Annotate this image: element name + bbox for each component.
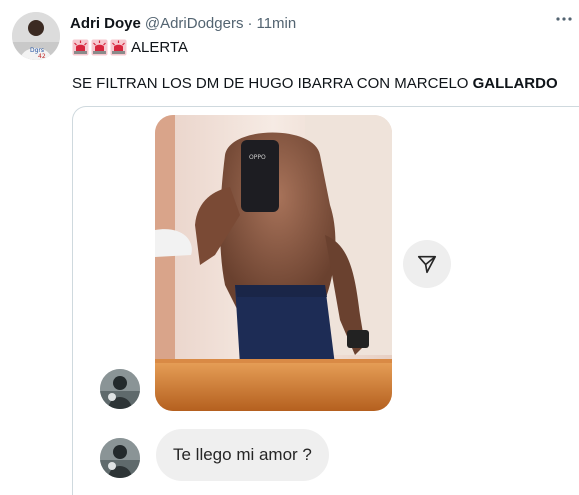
tweet-text-bold: GALLARDO	[472, 75, 558, 92]
author-display-name[interactable]: Adri Doye	[70, 15, 141, 32]
more-icon[interactable]	[554, 12, 574, 26]
author-handle[interactable]: @AdriDodgers	[145, 15, 244, 32]
svg-text:42: 42	[38, 53, 46, 60]
tweet-text-prefix: SE FILTRAN LOS DM DE HUGO IBARRA CON MAR…	[72, 75, 473, 92]
dm-message-bubble[interactable]: Te llego mi amor ?	[156, 429, 329, 481]
svg-text:OPPO: OPPO	[249, 154, 266, 161]
send-icon[interactable]	[403, 240, 451, 288]
author-avatar[interactable]: Dgrs 42	[12, 12, 60, 60]
tweet-alert-line: ALERTA	[72, 37, 188, 57]
sender-avatar[interactable]	[100, 369, 140, 409]
alert-text: ALERTA	[131, 38, 188, 56]
dm-message-text: Te llego mi amor ?	[173, 445, 312, 464]
dm-shared-photo[interactable]: OPPO	[155, 115, 392, 411]
police-light-icon	[72, 39, 89, 55]
separator-dot: ·	[247, 14, 253, 32]
tweet: Dgrs 42 Adri Doye @AdriDodgers · 11min A…	[0, 0, 579, 495]
police-light-icon	[110, 39, 127, 55]
sender-avatar[interactable]	[100, 438, 140, 478]
tweet-timestamp[interactable]: 11min	[256, 15, 296, 32]
tweet-text: SE FILTRAN LOS DM DE HUGO IBARRA CON MAR…	[72, 75, 558, 92]
tweet-media-image[interactable]: OPPO Te llego mi amor ?	[72, 106, 579, 495]
tweet-header: Adri Doye @AdriDodgers · 11min	[70, 13, 296, 33]
police-light-icon	[91, 39, 108, 55]
